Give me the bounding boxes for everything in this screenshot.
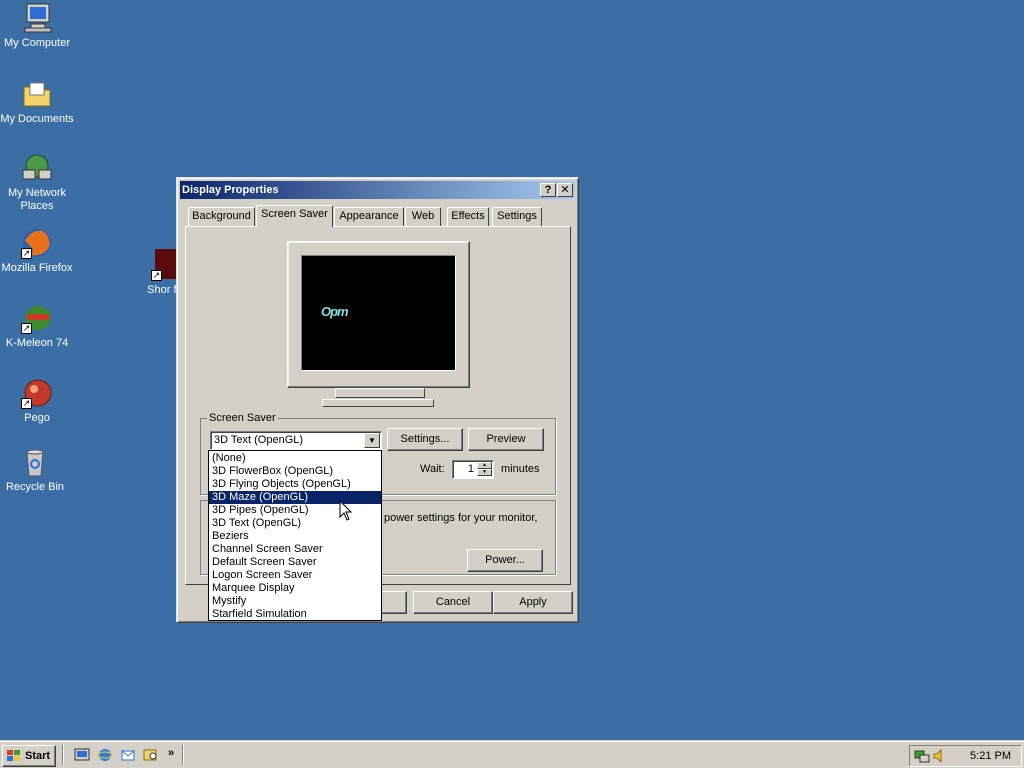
desktop-icon-my-network-places[interactable]: My Network Places — [0, 152, 74, 213]
internet-explorer-icon[interactable] — [97, 747, 113, 763]
list-item[interactable]: Channel Screen Saver — [209, 543, 381, 556]
search-icon[interactable] — [143, 747, 159, 763]
list-item-highlighted[interactable]: 3D Maze (OpenGL) — [209, 491, 381, 504]
desktop-icon-my-documents[interactable]: My Documents — [0, 78, 74, 126]
list-item[interactable]: 3D Pipes (OpenGL) — [209, 504, 381, 517]
preview-screen: Opm — [301, 255, 456, 371]
preview-animation-text: Opm — [321, 304, 349, 319]
shortcut-arrow-icon: ↗ — [151, 270, 162, 281]
network-tray-icon[interactable] — [914, 748, 930, 764]
selected-screen-saver: 3D Text (OpenGL) — [214, 434, 304, 446]
computer-icon — [21, 2, 53, 34]
settings-button[interactable]: Settings... — [387, 428, 463, 451]
desktop-icon-pego[interactable]: ↗ Pego — [0, 377, 74, 425]
spin-down-icon[interactable]: ▼ — [477, 469, 492, 476]
desktop-icon-my-computer[interactable]: My Computer — [0, 2, 74, 50]
desktop-icon-label: K-Meleon 74 — [5, 337, 69, 349]
outlook-express-icon[interactable] — [120, 747, 136, 763]
power-button[interactable]: Power... — [467, 549, 543, 572]
folder-icon — [21, 78, 53, 110]
power-description: power settings for your monitor, — [384, 512, 538, 524]
tab-background[interactable]: Background — [188, 207, 255, 226]
desktop-icon-label: Recycle Bin — [5, 481, 65, 493]
network-icon — [21, 152, 53, 184]
list-item[interactable]: Logon Screen Saver — [209, 569, 381, 582]
monitor-stand — [335, 388, 425, 398]
list-item[interactable]: 3D Text (OpenGL) — [209, 517, 381, 530]
desktop-icon-label: My Network Places — [7, 187, 67, 212]
wait-spinner[interactable]: ▲ ▼ — [477, 462, 492, 477]
list-item[interactable]: Starfield Simulation — [209, 608, 381, 621]
window-title: Display Properties — [182, 184, 279, 196]
quick-launch-chevron[interactable]: » — [168, 747, 174, 759]
mouse-cursor-icon — [339, 500, 353, 521]
minutes-label: minutes — [501, 463, 540, 475]
desktop-icon-k-meleon[interactable]: ↗ K-Meleon 74 — [0, 302, 74, 350]
tab-web[interactable]: Web — [405, 207, 441, 226]
screen-saver-dropdown-list[interactable]: (None) 3D FlowerBox (OpenGL) 3D Flying O… — [208, 450, 382, 621]
spin-up-icon[interactable]: ▲ — [477, 462, 492, 469]
show-desktop-icon[interactable] — [74, 747, 90, 763]
title-bar[interactable]: Display Properties ? ✕ — [180, 181, 575, 199]
firefox-icon: ↗ — [21, 227, 53, 259]
recycle-bin-icon — [19, 446, 51, 478]
desktop-icon-label: My Computer — [3, 37, 71, 49]
screen-saver-group-title: Screen Saver — [207, 412, 278, 424]
desktop-icon-recycle-bin[interactable]: Recycle Bin — [0, 446, 72, 494]
system-tray: 5:21 PM — [909, 745, 1022, 767]
screen-saver-select[interactable]: 3D Text (OpenGL) ▼ — [210, 431, 382, 450]
volume-tray-icon[interactable] — [932, 748, 948, 764]
help-button[interactable]: ? — [540, 183, 556, 197]
k-meleon-icon: ↗ — [21, 302, 53, 334]
list-item[interactable]: 3D FlowerBox (OpenGL) — [209, 465, 381, 478]
tab-effects[interactable]: Effects — [447, 207, 489, 226]
tab-settings[interactable]: Settings — [492, 207, 542, 226]
list-item[interactable]: Mystify — [209, 595, 381, 608]
monitor-preview: Opm — [287, 241, 470, 388]
preview-button[interactable]: Preview — [468, 428, 544, 451]
list-item[interactable]: Beziers — [209, 530, 381, 543]
start-button[interactable]: Start — [2, 745, 56, 767]
list-item[interactable]: (None) — [209, 452, 381, 465]
windows-logo-icon — [7, 750, 20, 761]
cancel-button[interactable]: Cancel — [413, 591, 493, 614]
wait-minutes-input[interactable]: 1 ▲ ▼ — [452, 460, 494, 479]
list-item[interactable]: 3D Flying Objects (OpenGL) — [209, 478, 381, 491]
apply-button[interactable]: Apply — [493, 591, 573, 614]
shortcut-arrow-icon: ↗ — [21, 323, 32, 334]
list-item[interactable]: Marquee Display — [209, 582, 381, 595]
taskbar-separator — [62, 745, 64, 765]
list-item[interactable]: Default Screen Saver — [209, 556, 381, 569]
shortcut-arrow-icon: ↗ — [21, 248, 32, 259]
clock[interactable]: 5:21 PM — [970, 750, 1011, 762]
desktop-icon-label: My Documents — [0, 113, 74, 125]
desktop-icon-label: Mozilla Firefox — [1, 262, 73, 274]
taskbar-separator — [182, 745, 184, 765]
tab-appearance[interactable]: Appearance — [334, 207, 404, 226]
shortcut-arrow-icon: ↗ — [21, 398, 32, 409]
start-label: Start — [25, 750, 51, 762]
wait-label: Wait: — [420, 463, 445, 475]
taskbar: Start » 5:21 PM — [0, 740, 1024, 768]
desktop-icon-mozilla-firefox[interactable]: ↗ Mozilla Firefox — [0, 227, 74, 275]
chevron-down-icon[interactable]: ▼ — [364, 433, 380, 448]
wait-value: 1 — [467, 463, 474, 475]
close-button[interactable]: ✕ — [557, 183, 573, 197]
desktop-icon-label: Pego — [24, 412, 50, 424]
pego-icon: ↗ — [21, 377, 53, 409]
monitor-base — [322, 399, 434, 407]
tab-screen-saver[interactable]: Screen Saver — [256, 205, 333, 227]
